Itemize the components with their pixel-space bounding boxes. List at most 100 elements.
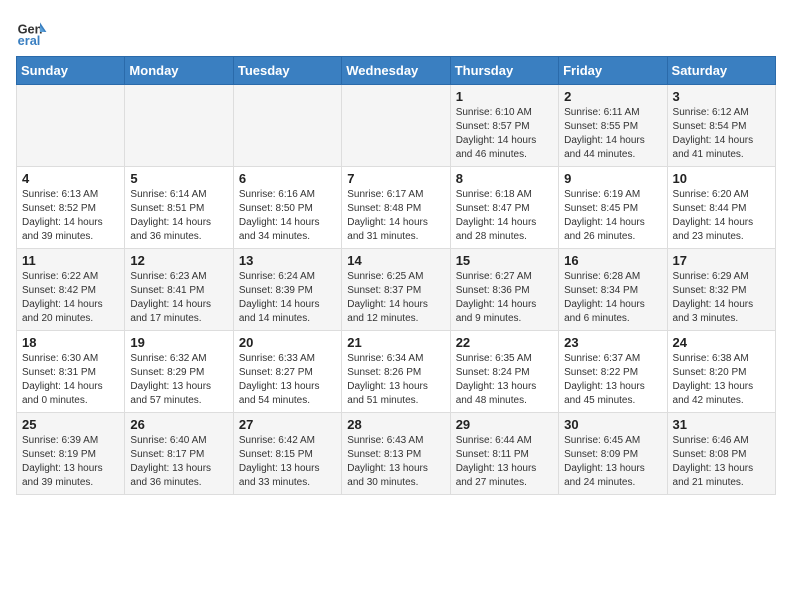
calendar-cell xyxy=(342,85,450,167)
calendar-cell: 4Sunrise: 6:13 AM Sunset: 8:52 PM Daylig… xyxy=(17,167,125,249)
calendar-cell: 22 Sunrise: 6:35 AM Sunset: 8:24 PM Dayli… xyxy=(450,331,558,413)
day-info: Sunrise: 6:16 AM Sunset: 8:50 PM Dayligh… xyxy=(239,188,336,244)
day-info: Sunrise: 6:28 AM Sunset: 8:34 PM Dayligh… xyxy=(564,270,661,326)
day-info: Sunrise: 6:13 AM Sunset: 8:52 PM Dayligh… xyxy=(22,188,119,244)
day-info: Sunrise: 6:17 AM Sunset: 8:48 PM Dayligh… xyxy=(347,188,444,244)
calendar-week-4: 18 Sunrise: 6:30 AM Sunset: 8:31 PM Dayli… xyxy=(17,331,776,413)
calendar-cell: 17 Sunrise: 6:29 AM Sunset: 8:32 PM Dayli… xyxy=(667,249,775,331)
logo: Gen eral xyxy=(16,16,52,48)
calendar-cell: 19 Sunrise: 6:32 AM Sunset: 8:29 PM Dayli… xyxy=(125,331,233,413)
day-info: Sunrise: 6:29 AM Sunset: 8:32 PM Dayligh… xyxy=(673,270,770,326)
day-info: Sunrise: 6:20 AM Sunset: 8:44 PM Dayligh… xyxy=(673,188,770,244)
day-number: 3 xyxy=(673,89,770,104)
day-number: 9 xyxy=(564,171,661,186)
calendar-cell: 5 Sunrise: 6:14 AM Sunset: 8:51 PM Daylig… xyxy=(125,167,233,249)
calendar-cell: 10 Sunrise: 6:20 AM Sunset: 8:44 PM Dayli… xyxy=(667,167,775,249)
day-info: Sunrise: 6:27 AM Sunset: 8:36 PM Dayligh… xyxy=(456,270,553,326)
day-number: 13 xyxy=(239,253,336,268)
calendar-cell: 11 Sunrise: 6:22 AM Sunset: 8:42 PM Dayli… xyxy=(17,249,125,331)
day-number: 1 xyxy=(456,89,553,104)
weekday-header-tuesday: Tuesday xyxy=(233,57,341,85)
calendar-cell: 7Sunrise: 6:17 AM Sunset: 8:48 PM Daylig… xyxy=(342,167,450,249)
calendar-cell: 31 Sunrise: 6:46 AM Sunset: 8:08 PM Dayli… xyxy=(667,413,775,495)
day-number: 21 xyxy=(347,335,444,350)
day-number: 5 xyxy=(130,171,227,186)
calendar-cell: 30 Sunrise: 6:45 AM Sunset: 8:09 PM Dayli… xyxy=(559,413,667,495)
day-number: 25 xyxy=(22,417,119,432)
calendar-cell: 27Sunrise: 6:42 AM Sunset: 8:15 PM Dayli… xyxy=(233,413,341,495)
day-number: 12 xyxy=(130,253,227,268)
day-info: Sunrise: 6:25 AM Sunset: 8:37 PM Dayligh… xyxy=(347,270,444,326)
day-info: Sunrise: 6:22 AM Sunset: 8:42 PM Dayligh… xyxy=(22,270,119,326)
page-header: Gen eral xyxy=(16,16,776,48)
calendar-cell: 8 Sunrise: 6:18 AM Sunset: 8:47 PM Daylig… xyxy=(450,167,558,249)
weekday-header-monday: Monday xyxy=(125,57,233,85)
calendar-cell: 14 Sunrise: 6:25 AM Sunset: 8:37 PM Dayli… xyxy=(342,249,450,331)
day-number: 2 xyxy=(564,89,661,104)
day-number: 30 xyxy=(564,417,661,432)
day-info: Sunrise: 6:30 AM Sunset: 8:31 PM Dayligh… xyxy=(22,352,119,408)
calendar-cell: 6Sunrise: 6:16 AM Sunset: 8:50 PM Daylig… xyxy=(233,167,341,249)
calendar-week-2: 4Sunrise: 6:13 AM Sunset: 8:52 PM Daylig… xyxy=(17,167,776,249)
day-info: Sunrise: 6:45 AM Sunset: 8:09 PM Dayligh… xyxy=(564,434,661,490)
calendar-cell: 12 Sunrise: 6:23 AM Sunset: 8:41 PM Dayli… xyxy=(125,249,233,331)
calendar-cell: 21Sunrise: 6:34 AM Sunset: 8:26 PM Dayli… xyxy=(342,331,450,413)
day-info: Sunrise: 6:14 AM Sunset: 8:51 PM Dayligh… xyxy=(130,188,227,244)
svg-text:eral: eral xyxy=(18,33,41,48)
calendar-cell xyxy=(125,85,233,167)
calendar-header-row: SundayMondayTuesdayWednesdayThursdayFrid… xyxy=(17,57,776,85)
day-info: Sunrise: 6:24 AM Sunset: 8:39 PM Dayligh… xyxy=(239,270,336,326)
calendar-cell: 26 Sunrise: 6:40 AM Sunset: 8:17 PM Dayli… xyxy=(125,413,233,495)
day-info: Sunrise: 6:33 AM Sunset: 8:27 PM Dayligh… xyxy=(239,352,336,408)
day-info: Sunrise: 6:44 AM Sunset: 8:11 PM Dayligh… xyxy=(456,434,553,490)
calendar-cell: 25 Sunrise: 6:39 AM Sunset: 8:19 PM Dayli… xyxy=(17,413,125,495)
day-number: 29 xyxy=(456,417,553,432)
day-number: 24 xyxy=(673,335,770,350)
weekday-header-wednesday: Wednesday xyxy=(342,57,450,85)
day-number: 8 xyxy=(456,171,553,186)
calendar-cell: 20 Sunrise: 6:33 AM Sunset: 8:27 PM Dayli… xyxy=(233,331,341,413)
day-info: Sunrise: 6:39 AM Sunset: 8:19 PM Dayligh… xyxy=(22,434,119,490)
day-info: Sunrise: 6:38 AM Sunset: 8:20 PM Dayligh… xyxy=(673,352,770,408)
day-number: 18 xyxy=(22,335,119,350)
day-info: Sunrise: 6:35 AM Sunset: 8:24 PM Dayligh… xyxy=(456,352,553,408)
day-number: 26 xyxy=(130,417,227,432)
day-number: 11 xyxy=(22,253,119,268)
calendar-cell: 9Sunrise: 6:19 AM Sunset: 8:45 PM Daylig… xyxy=(559,167,667,249)
day-number: 19 xyxy=(130,335,227,350)
day-number: 27 xyxy=(239,417,336,432)
calendar-cell xyxy=(233,85,341,167)
calendar-cell: 29 Sunrise: 6:44 AM Sunset: 8:11 PM Dayli… xyxy=(450,413,558,495)
day-number: 23 xyxy=(564,335,661,350)
calendar-week-5: 25 Sunrise: 6:39 AM Sunset: 8:19 PM Dayli… xyxy=(17,413,776,495)
calendar-cell: 16 Sunrise: 6:28 AM Sunset: 8:34 PM Dayli… xyxy=(559,249,667,331)
day-number: 28 xyxy=(347,417,444,432)
day-info: Sunrise: 6:18 AM Sunset: 8:47 PM Dayligh… xyxy=(456,188,553,244)
calendar-cell: 3Sunrise: 6:12 AM Sunset: 8:54 PM Daylig… xyxy=(667,85,775,167)
calendar-cell: 13 Sunrise: 6:24 AM Sunset: 8:39 PM Dayli… xyxy=(233,249,341,331)
weekday-header-sunday: Sunday xyxy=(17,57,125,85)
calendar-table: SundayMondayTuesdayWednesdayThursdayFrid… xyxy=(16,56,776,495)
day-number: 17 xyxy=(673,253,770,268)
calendar-cell: 24 Sunrise: 6:38 AM Sunset: 8:20 PM Dayli… xyxy=(667,331,775,413)
weekday-header-thursday: Thursday xyxy=(450,57,558,85)
calendar-week-3: 11 Sunrise: 6:22 AM Sunset: 8:42 PM Dayli… xyxy=(17,249,776,331)
weekday-header-saturday: Saturday xyxy=(667,57,775,85)
calendar-cell xyxy=(17,85,125,167)
day-number: 14 xyxy=(347,253,444,268)
day-info: Sunrise: 6:40 AM Sunset: 8:17 PM Dayligh… xyxy=(130,434,227,490)
day-info: Sunrise: 6:11 AM Sunset: 8:55 PM Dayligh… xyxy=(564,106,661,162)
calendar-cell: 1 Sunrise: 6:10 AM Sunset: 8:57 PM Daylig… xyxy=(450,85,558,167)
day-info: Sunrise: 6:43 AM Sunset: 8:13 PM Dayligh… xyxy=(347,434,444,490)
logo-icon: Gen eral xyxy=(16,16,48,48)
day-info: Sunrise: 6:46 AM Sunset: 8:08 PM Dayligh… xyxy=(673,434,770,490)
day-number: 20 xyxy=(239,335,336,350)
day-number: 31 xyxy=(673,417,770,432)
day-number: 10 xyxy=(673,171,770,186)
weekday-header-friday: Friday xyxy=(559,57,667,85)
day-number: 22 xyxy=(456,335,553,350)
day-info: Sunrise: 6:10 AM Sunset: 8:57 PM Dayligh… xyxy=(456,106,553,162)
day-info: Sunrise: 6:32 AM Sunset: 8:29 PM Dayligh… xyxy=(130,352,227,408)
day-number: 16 xyxy=(564,253,661,268)
day-info: Sunrise: 6:23 AM Sunset: 8:41 PM Dayligh… xyxy=(130,270,227,326)
